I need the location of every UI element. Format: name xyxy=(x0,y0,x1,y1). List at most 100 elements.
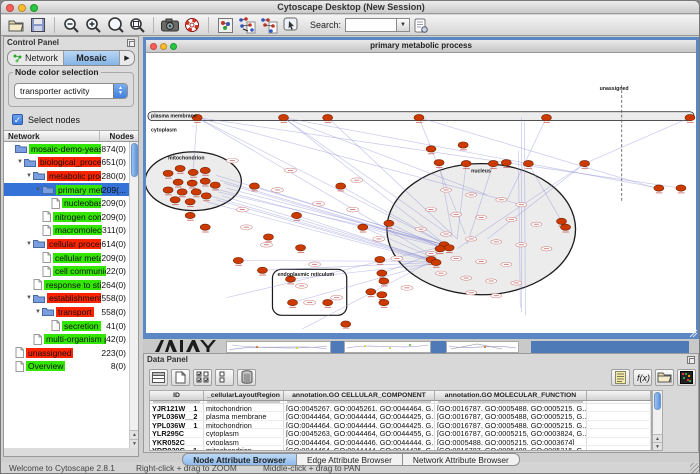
network-node[interactable] xyxy=(426,146,436,152)
network-node[interactable] xyxy=(341,321,351,327)
resize-grip-icon[interactable] xyxy=(690,463,700,473)
scroll-up-icon[interactable]: ▲ xyxy=(130,430,138,439)
network-node[interactable] xyxy=(461,160,471,166)
network-node[interactable] xyxy=(379,278,389,284)
network-node[interactable] xyxy=(541,114,551,120)
snapshot-button[interactable] xyxy=(160,16,180,34)
table-column-header[interactable]: ID xyxy=(150,391,204,400)
network-tree-row[interactable]: multi-organism pro42(0) xyxy=(4,332,138,346)
network-node[interactable] xyxy=(377,270,387,276)
network-node[interactable] xyxy=(434,159,444,165)
tree-scrollbar-thumb[interactable] xyxy=(131,143,138,177)
network-tree-row[interactable]: ▼biological_process651(0) xyxy=(4,156,138,170)
network-node[interactable] xyxy=(163,170,173,176)
network-node[interactable] xyxy=(210,182,220,188)
save-session-button[interactable] xyxy=(28,16,48,34)
table-row[interactable]: YLR295Ccytoplasm[GO:0045263, GO:0044464,… xyxy=(150,429,651,437)
network-node[interactable] xyxy=(185,212,195,218)
network-node[interactable] xyxy=(200,178,210,184)
tree-expand-icon[interactable]: ▼ xyxy=(25,241,33,247)
float-panel-icon[interactable] xyxy=(127,39,135,47)
network-node[interactable] xyxy=(488,160,498,166)
table-column-header[interactable]: annotation.GO CELLULAR_COMPONENT xyxy=(284,391,435,400)
network-node[interactable] xyxy=(523,160,533,166)
network-tree-row[interactable]: nucleobase-209(0) xyxy=(4,196,138,210)
lifesaver-help-button[interactable] xyxy=(182,16,202,34)
layout-network-1-button[interactable] xyxy=(237,16,257,34)
table-column-header[interactable]: _cellularLayoutRegion xyxy=(204,391,284,400)
search-config-button[interactable] xyxy=(411,16,431,34)
network-node[interactable] xyxy=(379,299,389,305)
tree-expand-icon[interactable]: ▼ xyxy=(25,173,33,179)
network-tree-row[interactable]: cellular metabo209(0) xyxy=(4,251,138,265)
window-fragment[interactable] xyxy=(531,341,689,353)
network-node[interactable] xyxy=(191,189,201,195)
network-tree-row[interactable]: unassigned223(0) xyxy=(4,346,138,360)
network-node[interactable] xyxy=(173,179,183,185)
window-fragment[interactable] xyxy=(331,341,344,353)
network-node[interactable] xyxy=(177,189,187,195)
network-node[interactable] xyxy=(685,114,695,120)
network-node[interactable] xyxy=(556,218,566,224)
network-node[interactable] xyxy=(561,224,571,230)
tree-expand-icon[interactable]: ▼ xyxy=(34,309,42,315)
table-row[interactable]: YJR121W__1mitochondrion[GO:0045267, GO:0… xyxy=(150,404,651,412)
network-node[interactable] xyxy=(263,234,273,240)
import-attributes-button[interactable] xyxy=(655,369,674,386)
table-scrollbar-thumb[interactable] xyxy=(654,392,661,410)
window-fragment[interactable] xyxy=(446,341,519,353)
network-node[interactable] xyxy=(458,142,468,148)
network-node[interactable] xyxy=(384,220,394,226)
attribute-matrix-button[interactable] xyxy=(677,369,696,386)
tab-network[interactable]: Network xyxy=(8,51,64,65)
window-fragment[interactable] xyxy=(344,341,431,353)
network-node[interactable] xyxy=(200,167,210,173)
tree-expand-icon[interactable]: ▼ xyxy=(25,295,33,301)
network-node[interactable] xyxy=(323,114,333,120)
network-node[interactable] xyxy=(580,160,590,166)
network-tree-row[interactable]: ▼metabolic process280(0) xyxy=(4,169,138,183)
network-node[interactable] xyxy=(170,197,180,203)
new-attribute-button[interactable] xyxy=(171,369,190,386)
table-row[interactable]: YKR052Ccytoplasm[GO:0044464, GO:0044446,… xyxy=(150,438,651,446)
float-panel-icon[interactable] xyxy=(687,356,695,364)
network-node[interactable] xyxy=(435,246,445,252)
network-node[interactable] xyxy=(175,165,185,171)
network-node[interactable] xyxy=(654,185,664,191)
network-tree-row[interactable]: ▼transport558(0) xyxy=(4,305,138,319)
network-tree-row[interactable]: secretion41(0) xyxy=(4,319,138,333)
network-tree-row[interactable]: mosaic-demo-yeast874(0) xyxy=(4,142,138,156)
table-row[interactable]: YPL036W__1mitochondrion[GO:0044464, GO:0… xyxy=(150,421,651,429)
network-tree-row[interactable]: Overview8(0) xyxy=(4,360,138,374)
open-session-button[interactable] xyxy=(6,16,26,34)
window-fragment[interactable] xyxy=(431,341,446,353)
network-node[interactable] xyxy=(296,245,306,251)
table-row[interactable]: YPL036W__2plasma membrane[GO:0044464, GO… xyxy=(150,412,651,420)
function-builder-button[interactable]: f(x) xyxy=(633,369,652,386)
network-node[interactable] xyxy=(377,292,387,298)
network-node[interactable] xyxy=(188,169,198,175)
network-window-titlebar[interactable]: primary metabolic process xyxy=(146,40,696,53)
scroll-up-icon[interactable]: ▲ xyxy=(653,434,662,442)
network-node[interactable] xyxy=(200,224,210,230)
network-node[interactable] xyxy=(187,180,197,186)
network-tree-row[interactable]: response to stimulu264(0) xyxy=(4,278,138,292)
layout-network-2-button[interactable] xyxy=(259,16,279,34)
zoom-selected-button[interactable] xyxy=(127,16,147,34)
tab-mosaic[interactable]: Mosaic xyxy=(64,51,120,65)
scroll-down-icon[interactable]: ▼ xyxy=(130,439,138,448)
network-node[interactable] xyxy=(431,259,441,265)
zoom-fit-button[interactable] xyxy=(105,16,125,34)
search-input[interactable] xyxy=(345,18,397,32)
network-node[interactable] xyxy=(278,114,288,120)
unselect-attributes-button[interactable] xyxy=(215,369,234,386)
select-attributes-button[interactable] xyxy=(193,369,212,386)
attribute-table-button[interactable] xyxy=(149,369,168,386)
network-tree-row[interactable]: ▼primary metabo209(... xyxy=(4,183,138,197)
tree-expand-icon[interactable]: ▼ xyxy=(16,159,24,165)
network-node[interactable] xyxy=(358,224,368,230)
network-node[interactable] xyxy=(185,199,195,205)
zoom-in-button[interactable] xyxy=(83,16,103,34)
select-nodes-checkbox[interactable]: ✓ xyxy=(12,114,23,125)
network-node[interactable] xyxy=(336,183,346,189)
